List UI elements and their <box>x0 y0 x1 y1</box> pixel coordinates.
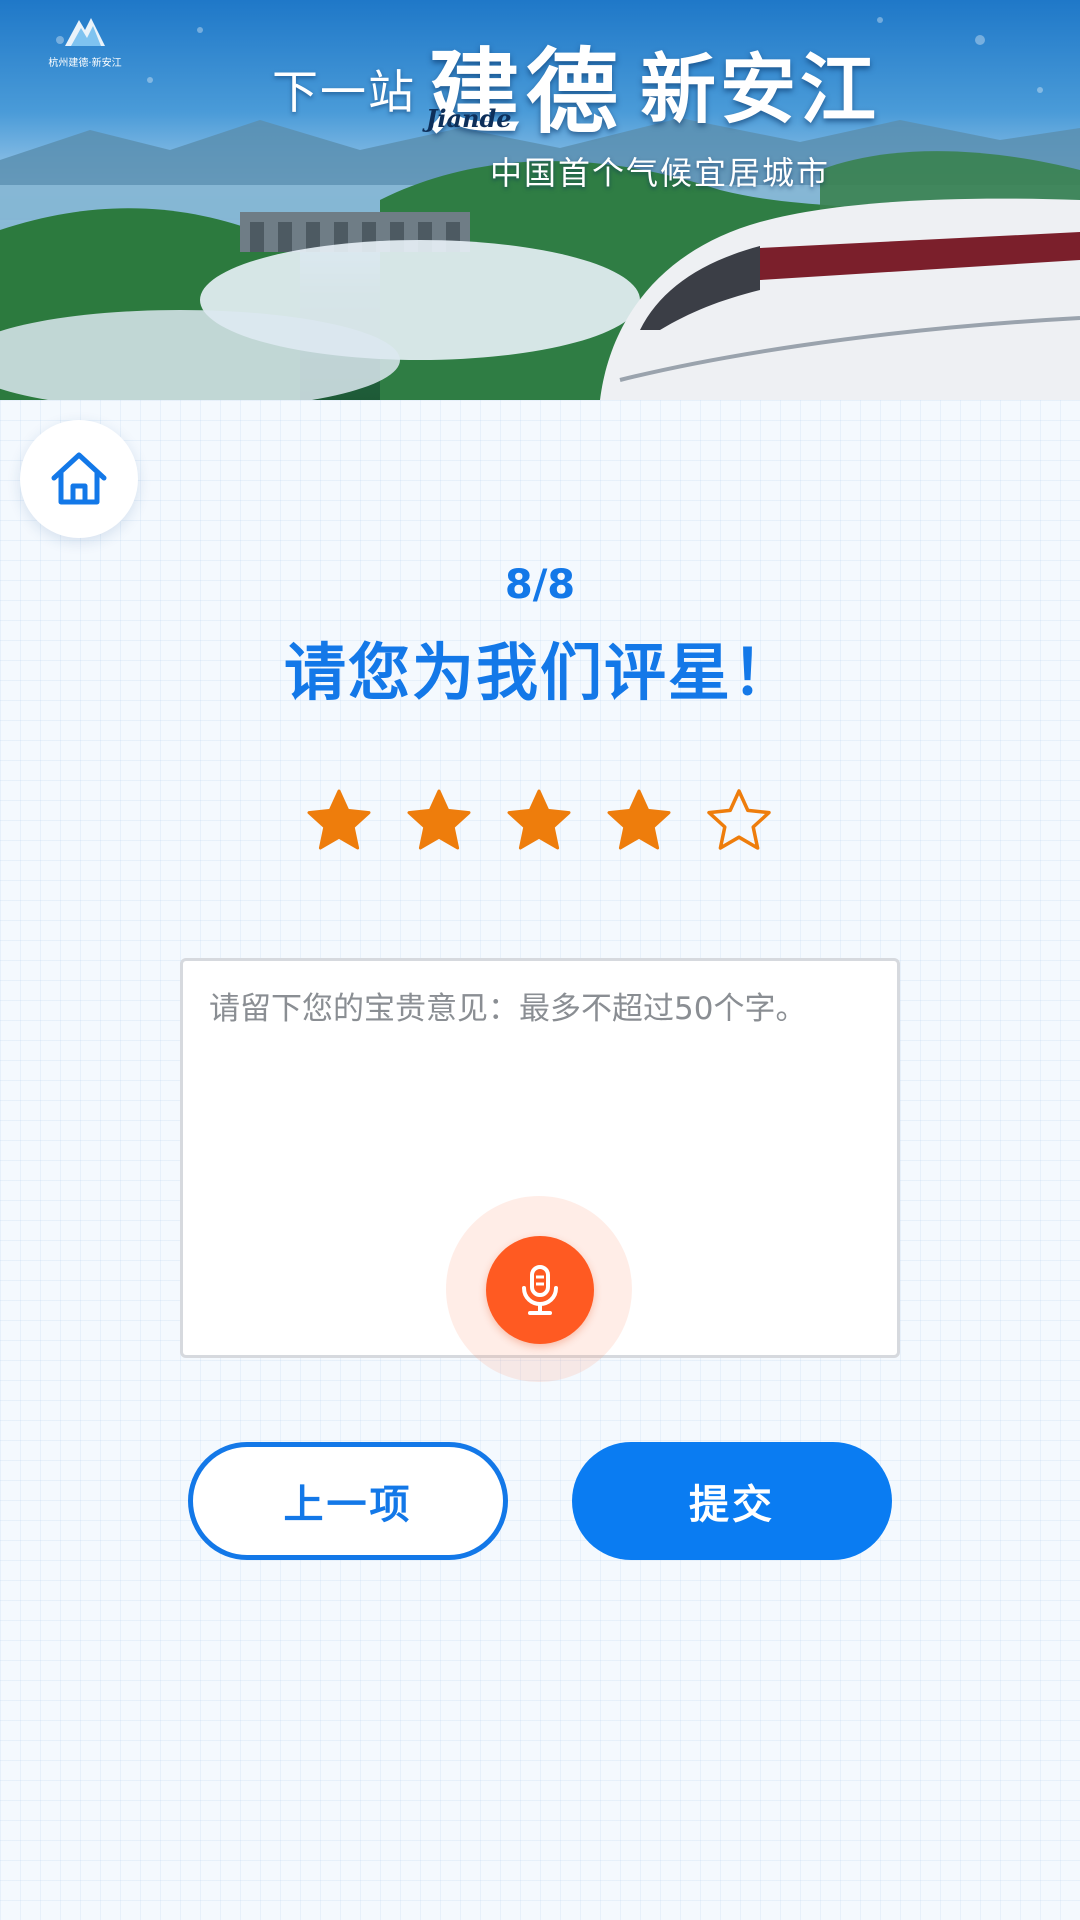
home-icon <box>51 452 107 505</box>
banner-slogan: 中国首个气候宜居城市 <box>490 154 831 192</box>
banner-logo: 杭州建德·新安江 <box>40 14 130 69</box>
star-empty-icon[interactable] <box>706 788 772 854</box>
submit-button[interactable]: 提交 <box>572 1442 892 1560</box>
banner-logo-text: 杭州建德·新安江 <box>48 58 122 69</box>
star-filled-icon[interactable] <box>606 788 672 854</box>
home-button[interactable] <box>20 420 138 538</box>
microphone-icon <box>522 1265 558 1315</box>
banner-subcity-name: 新安江 <box>640 45 880 134</box>
star-filled-icon[interactable] <box>406 788 472 854</box>
voice-input-button[interactable] <box>486 1236 594 1344</box>
banner-prefix-text: 下一站 <box>272 65 416 119</box>
banner-city-pinyin: Jiande <box>426 104 512 133</box>
star-filled-icon[interactable] <box>306 788 372 854</box>
header-banner: 杭州建德·新安江 下一站 建德 Jiande 新安江 中国首个气候宜居城市 <box>0 0 1080 400</box>
star-rating[interactable] <box>306 788 776 854</box>
star-filled-icon[interactable] <box>506 788 572 854</box>
mountain-logo-icon <box>65 18 105 46</box>
step-counter: 8/8 <box>504 562 576 608</box>
page-title: 请您为我们评星！ <box>283 636 796 709</box>
previous-button[interactable]: 上一项 <box>188 1442 508 1560</box>
